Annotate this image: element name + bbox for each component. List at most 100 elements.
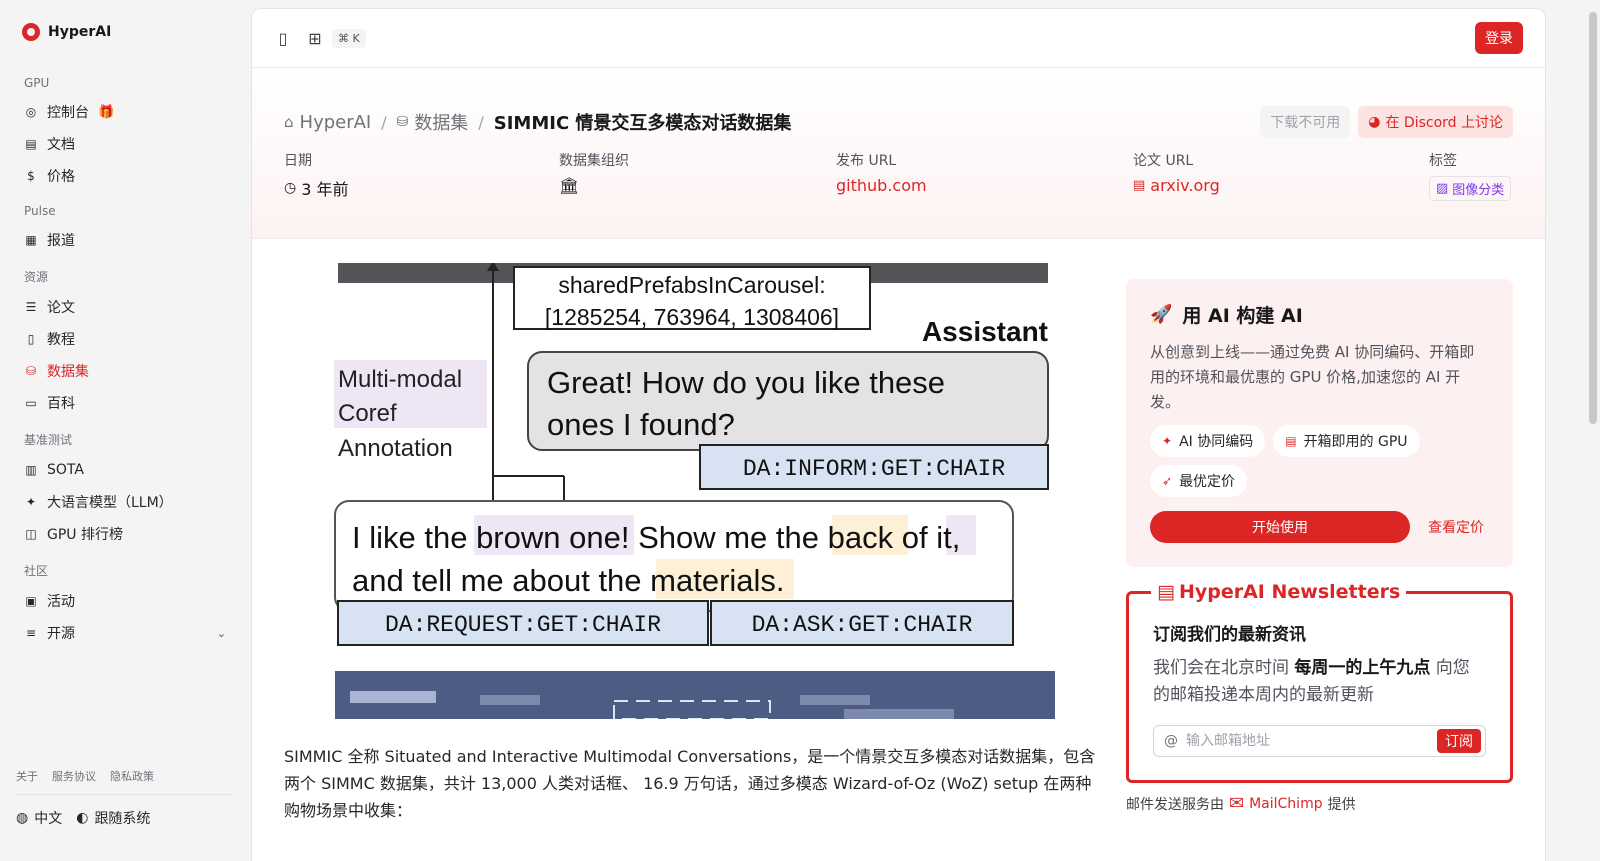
subscribe-button[interactable]: 订阅 (1437, 729, 1481, 753)
view-pricing-link[interactable]: 查看定价 (1428, 517, 1484, 537)
sidebar-toggle-icon[interactable]: ▯ (274, 29, 292, 48)
chip-label: AI 协同编码 (1179, 434, 1254, 450)
meta-tags-label: 标签 (1429, 153, 1457, 169)
promo-text: 从创意到上线——通过免费 AI 协同编码、开箱即用的环境和最优惠的 GPU 价格… (1150, 343, 1475, 411)
da-request-label: DA:REQUEST:GET:CHAIR (385, 612, 661, 638)
hyperai-logo-icon (22, 23, 40, 41)
meta-date-label: 日期 (284, 153, 312, 169)
sidebar-item-label: 活动 (47, 594, 75, 610)
sidebar-item-opensource[interactable]: ≡ 开源 ⌄ (16, 617, 234, 649)
dataset-header: ⌂ HyperAI / ⛁ 数据集 / SIMMIC 情景交互多模态对话数据集 … (252, 68, 1545, 239)
breadcrumb-datasets-label: 数据集 (414, 113, 469, 134)
brand[interactable]: HyperAI (16, 0, 234, 64)
email-input[interactable] (1186, 733, 1429, 749)
footer-link-terms[interactable]: 服务协议 (52, 768, 96, 784)
sidebar-item-events[interactable]: ▣ 活动 (16, 585, 234, 617)
sidebar-item-docs[interactable]: ▤ 文档 (16, 128, 234, 160)
sidebar-item-label: 开源 (47, 626, 75, 642)
newsletter-form: @ 订阅 (1153, 725, 1486, 757)
sidebar-item-label: 论文 (47, 300, 75, 316)
shortcut-hint[interactable]: ⌘ K (332, 28, 366, 48)
start-button[interactable]: 开始使用 (1150, 511, 1410, 543)
assistant-utterance-line-1: Great! How do you like these (547, 365, 945, 400)
mail-footer-post: 提供 (1327, 796, 1356, 813)
sidebar-item-gpu-leaderboard[interactable]: ◫ GPU 排行榜 (16, 518, 234, 550)
scrollbar-thumb[interactable] (1589, 12, 1597, 424)
coref-line-3: Annotation (338, 435, 453, 462)
assistant-label: Assistant (922, 316, 1048, 347)
sidebar-item-tutorials[interactable]: ▯ 教程 (16, 323, 234, 355)
coref-line-1: Multi-modal (338, 366, 462, 393)
chip-pricing[interactable]: ➶ 最优定价 (1150, 465, 1248, 497)
newsletter-legend: HyperAI Newsletters (1178, 581, 1401, 603)
chip-icon: ◫ (25, 527, 37, 541)
breadcrumb-home[interactable]: ⌂ HyperAI (284, 112, 371, 133)
scrollbar[interactable] (1586, 0, 1600, 861)
sidebar-item-datasets[interactable]: ⛁ 数据集 (16, 355, 234, 387)
home-icon: ⌂ (284, 113, 294, 131)
topbar: ▯ ⊞ ⌘ K 登录 (252, 9, 1545, 68)
coref-line-2: Coref (338, 400, 397, 427)
tag-chip[interactable]: ▨ 图像分类 (1429, 176, 1512, 201)
tag-label: 图像分类 (1452, 183, 1505, 198)
doc-icon: ▤ (25, 137, 37, 151)
dataset-description: SIMMIC 全称 Situated and Interactive Multi… (284, 747, 1096, 820)
apps-icon[interactable]: ⊞ (306, 29, 324, 48)
dialogue-illustration: sharedPrefabsInCarousel: [1285254, 76396… (284, 263, 1096, 719)
login-button[interactable]: 登录 (1475, 22, 1523, 54)
meta-org: 数据集组织 🏛 (559, 150, 836, 201)
footer-settings: ◍ 中文 ◐ 跟随系统 (16, 808, 150, 828)
chart-icon: ▥ (25, 463, 37, 477)
sidebar-item-label: 教程 (47, 332, 75, 348)
language-switch[interactable]: ◍ 中文 (16, 808, 62, 828)
sidebar-item-label: 大语言模型（LLM） (47, 495, 173, 511)
sparkle-icon: ✦ (25, 495, 37, 509)
footer-link-about[interactable]: 关于 (16, 768, 38, 784)
meta-row: 日期 ◷ 3 年前 数据集组织 🏛 发布 URL github.com 论文 U… (284, 150, 1513, 201)
sidebar-item-pricing[interactable]: $ 价格 (16, 160, 234, 192)
mailchimp-link[interactable]: MailChimp (1249, 796, 1323, 812)
chip-ai-coding[interactable]: ✦ AI 协同编码 (1150, 425, 1266, 457)
paper-url-link[interactable]: ▤ arxiv.org (1133, 176, 1429, 195)
news-icon: ▦ (25, 233, 37, 247)
calendar-icon: ▣ (25, 594, 37, 608)
sidebar-item-llm[interactable]: ✦ 大语言模型（LLM） (16, 486, 234, 518)
breadcrumb-separator: / (381, 112, 387, 132)
sidebar-item-papers[interactable]: ☰ 论文 (16, 291, 234, 323)
sidebar-item-console[interactable]: ◎ 控制台 🎁 (16, 96, 234, 128)
meta-release-label: 发布 URL (836, 153, 897, 169)
left-column: sharedPrefabsInCarousel: [1285254, 76396… (284, 263, 1096, 824)
sidebar-item-wiki[interactable]: ▭ 百科 (16, 387, 234, 419)
sidebar-item-sota[interactable]: ▥ SOTA (16, 454, 234, 486)
globe-icon: ◍ (16, 810, 29, 826)
meta-paper: 论文 URL ▤ arxiv.org (1133, 150, 1429, 201)
sidebar-item-label: 数据集 (47, 364, 89, 380)
mail-footer: 邮件发送服务由 ✉ MailChimp 提供 (1126, 793, 1513, 814)
nav-section-resources: 资源 (24, 270, 49, 284)
at-icon: @ (1164, 733, 1178, 749)
promo-title: 用 AI 构建 AI (1182, 305, 1303, 327)
footer-link-privacy[interactable]: 隐私政策 (110, 768, 154, 784)
institution-icon: 🏛 (559, 176, 580, 195)
dollar-icon: $ (27, 169, 35, 183)
language-label: 中文 (34, 811, 63, 827)
discord-icon: ◕ (1368, 114, 1381, 130)
breadcrumb-datasets[interactable]: ⛁ 数据集 (397, 109, 469, 135)
sidebar-item-news[interactable]: ▦ 报道 (16, 224, 234, 256)
paper-url-label: arxiv.org (1150, 176, 1220, 195)
newsletter-box: ▤ HyperAI Newsletters 订阅我们的最新资讯 我们会在北京时间… (1126, 581, 1513, 783)
carousel-text: sharedPrefabsInCarousel: (558, 272, 825, 298)
sidebar-item-label: 文档 (47, 137, 75, 153)
discord-button[interactable]: ◕ 在 Discord 上讨论 (1358, 106, 1513, 138)
discord-label: 在 Discord 上讨论 (1385, 115, 1503, 131)
footer-links: 关于 服务协议 隐私政策 (16, 768, 234, 795)
theme-switch[interactable]: ◐ 跟随系统 (76, 808, 150, 828)
download-button[interactable]: 下载不可用 (1260, 106, 1351, 138)
chip-gpu[interactable]: ▤ 开箱即用的 GPU (1273, 425, 1420, 457)
list-icon: ≡ (25, 626, 37, 640)
database-icon: ⛁ (396, 114, 409, 130)
newsletter-text: 我们会在北京时间 每周一的上午九点 向您的邮箱投递本周内的最新更新 (1153, 658, 1470, 705)
release-url-link[interactable]: github.com (836, 176, 1133, 195)
meta-release: 发布 URL github.com (836, 150, 1133, 201)
gift-icon: 🎁 (98, 104, 115, 120)
